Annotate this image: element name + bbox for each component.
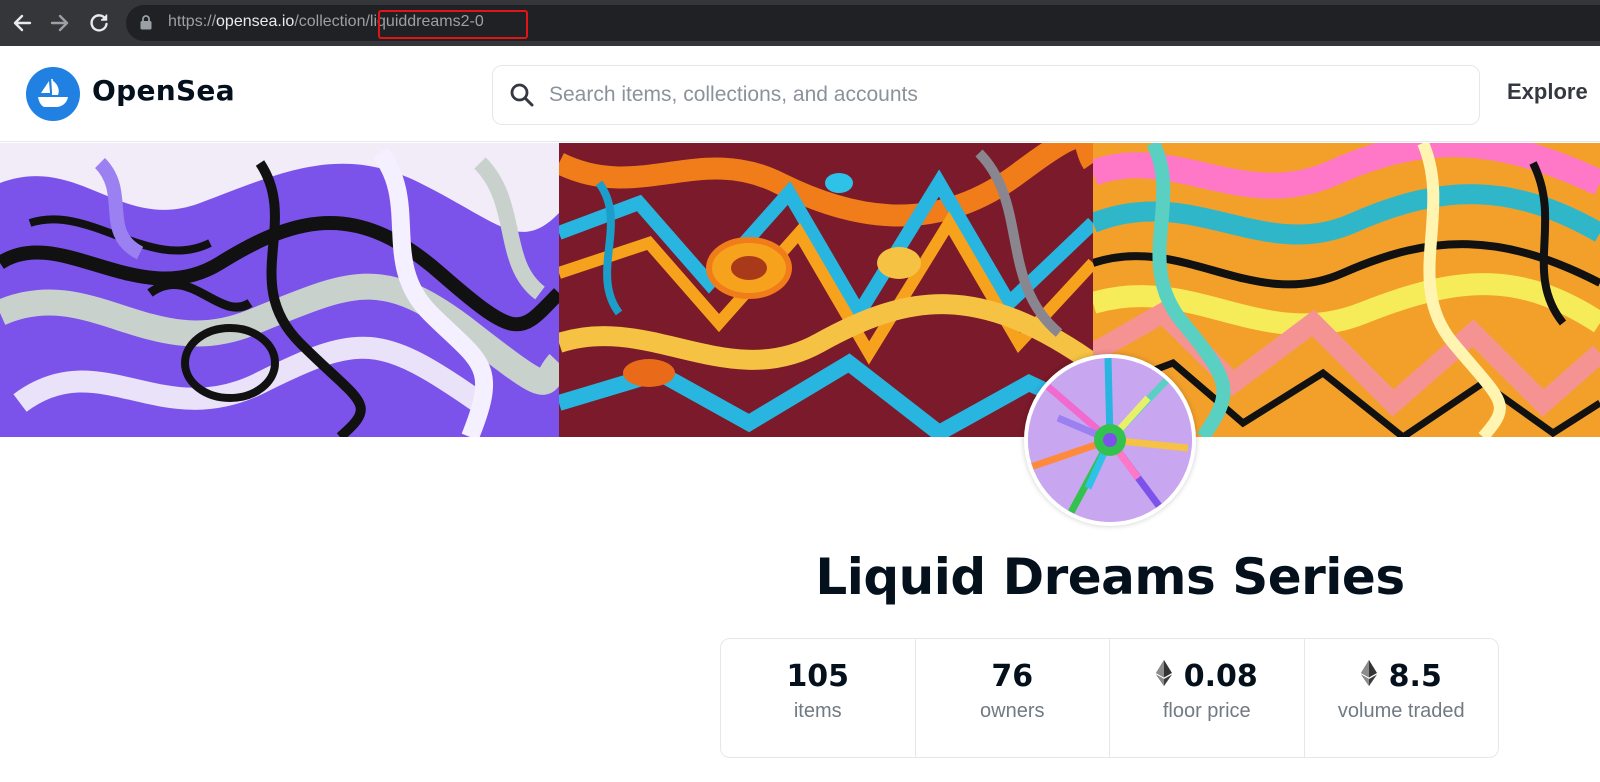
stat-items[interactable]: 105 items [721,639,916,757]
stat-value: 8.5 [1388,659,1442,694]
stat-label: volume traded [1337,700,1465,722]
ethereum-icon [1155,659,1172,694]
browser-toolbar: https://opensea.io/collection/liquiddrea… [0,0,1600,46]
banner-artwork-lava [559,143,1093,437]
stat-label: owners [980,700,1045,722]
url-scheme: https:// [168,13,217,30]
search-icon [509,82,535,112]
reload-icon[interactable] [85,9,113,37]
stat-label: floor price [1162,700,1251,722]
stat-value: 105 [786,659,850,694]
stat-value: 0.08 [1183,659,1258,694]
collection-avatar [1024,354,1196,526]
stat-owners[interactable]: 76 owners [916,639,1110,757]
stat-volume-traded[interactable]: 8.5 volume traded [1305,639,1499,757]
forward-arrow-icon[interactable] [46,9,74,37]
url-path: /collection/ [294,13,370,30]
search-input[interactable] [549,78,1449,112]
stat-value: 76 [991,659,1034,694]
back-arrow-icon[interactable] [8,9,36,37]
site-header: OpenSea Explore [0,46,1600,142]
nav-explore[interactable]: Explore [1507,79,1588,105]
collection-stats: 105 items 76 owners 0.08 floor price 8.5… [720,638,1499,758]
search-bar[interactable] [492,65,1480,125]
collection-title: Liquid Dreams Series [815,548,1405,606]
stat-label: items [793,700,842,722]
opensea-logo-icon[interactable] [26,67,80,121]
brand-name[interactable]: OpenSea [92,74,235,107]
lock-icon [140,15,152,34]
address-bar[interactable]: https://opensea.io/collection/liquiddrea… [126,5,1600,41]
banner-artwork-purple [0,143,559,437]
collection-banner [0,143,1600,437]
url-slug-highlight [378,10,528,39]
ethereum-icon [1360,659,1377,694]
url-host: opensea.io [216,13,295,30]
stat-floor-price[interactable]: 0.08 floor price [1110,639,1305,757]
